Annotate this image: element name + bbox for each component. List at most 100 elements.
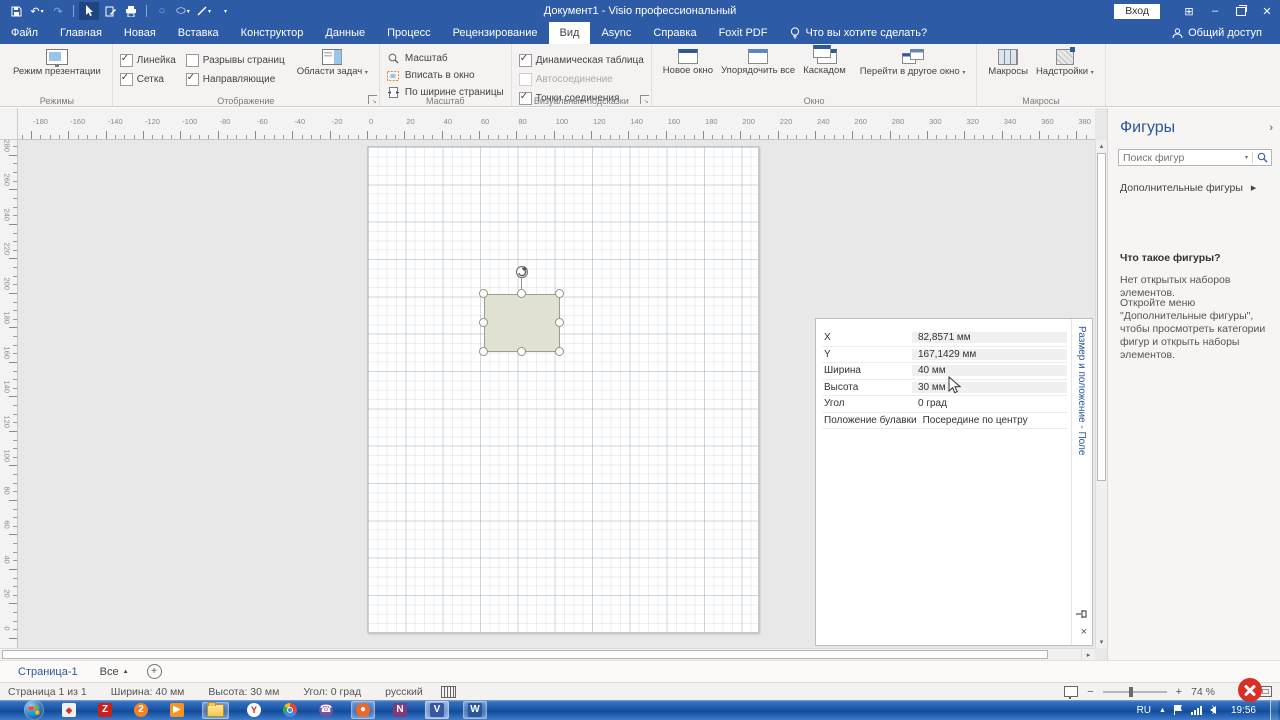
zoom-slider-thumb[interactable] [1129, 687, 1133, 697]
tab-review[interactable]: Рецензирование [442, 22, 549, 44]
scroll-right-icon[interactable]: ▸ [1081, 649, 1095, 660]
checkbox-3[interactable]: Направляющие [186, 72, 285, 87]
hidden-icons-arrow-icon[interactable]: ▲ [1159, 707, 1166, 714]
tell-me-box[interactable]: Что вы хотите сделать? [790, 22, 927, 44]
switch-windows-button[interactable]: Перейти в другое окно ▾ [856, 47, 970, 80]
yandex-browser[interactable]: Y [243, 702, 265, 718]
minimize-icon[interactable]: – [1202, 0, 1228, 22]
shape-handle-middle-right[interactable] [555, 318, 564, 327]
status-item-3[interactable]: Угол: 0 град [303, 686, 361, 698]
screen-recorder-badge[interactable] [1238, 678, 1262, 702]
status-item-1[interactable]: Ширина: 40 мм [111, 686, 185, 698]
undo-icon[interactable]: ↶▾ [27, 2, 47, 20]
shape-handle-bottom-left[interactable] [479, 347, 488, 356]
tab-async[interactable]: Async [590, 22, 642, 44]
app-icon-2[interactable]: Z [94, 702, 116, 718]
customize-qat-icon[interactable]: ▾ [215, 2, 235, 20]
horizontal-scrollbar-thumb[interactable] [2, 650, 1048, 659]
shape-search-input[interactable] [1119, 152, 1241, 164]
show-desktop-button[interactable] [1270, 700, 1278, 720]
tab-home[interactable]: Главная [49, 22, 113, 44]
status-item-4[interactable]: русский [385, 686, 423, 698]
checkbox-0[interactable]: Динамическая таблица [519, 53, 644, 68]
addins-button[interactable]: Надстройки ▾ [1032, 47, 1098, 80]
zoom-button[interactable]: Масштаб [387, 51, 504, 66]
size-row-value[interactable]: 82,8571 мм [912, 332, 1067, 343]
app-icon-4[interactable]: ▶ [166, 702, 188, 718]
visual-aids-dialog-launcher-icon[interactable]: ↘ [640, 95, 649, 104]
shape-handle-bottom-center[interactable] [517, 347, 526, 356]
language-indicator[interactable]: RU [1137, 705, 1151, 716]
more-shapes-menu[interactable]: Дополнительные фигуры ▶ [1120, 182, 1256, 194]
language-bar-icon[interactable] [441, 686, 456, 698]
tab-view[interactable]: Вид [549, 22, 591, 44]
size-row-value[interactable]: 0 град [912, 398, 1067, 409]
app-icon-5[interactable]: ● [351, 701, 375, 719]
search-dropdown-icon[interactable]: ▾ [1241, 152, 1253, 163]
new-window-button[interactable]: Новое окно [659, 47, 717, 78]
shape-handle-top-center[interactable] [517, 289, 526, 298]
status-item-2[interactable]: Высота: 30 мм [208, 686, 279, 698]
chrome[interactable] [279, 702, 301, 718]
sign-in-button[interactable]: Вход [1114, 4, 1160, 19]
search-icon[interactable] [1253, 152, 1271, 163]
app-icon-1[interactable]: ◆ [58, 702, 80, 718]
viber[interactable]: ☎ [315, 702, 337, 718]
zoom-in-button[interactable]: + [1176, 686, 1182, 698]
start-button[interactable] [24, 700, 44, 720]
shape-handle-top-left[interactable] [479, 289, 488, 298]
restore-icon[interactable] [1228, 0, 1254, 22]
fit-to-window-button[interactable]: Вписать в окно [387, 68, 504, 83]
rotation-handle-icon[interactable] [513, 263, 531, 281]
selected-rectangle-shape[interactable] [484, 294, 560, 352]
size-row-value[interactable]: 30 мм [912, 382, 1067, 393]
size-position-side-tab[interactable]: Размер и положение - Поле [1071, 319, 1092, 645]
show-dialog-launcher-icon[interactable]: ↘ [368, 95, 377, 104]
pin-icon[interactable] [1076, 609, 1088, 619]
line-dropdown-icon[interactable]: ▾ [208, 8, 211, 15]
cascade-button[interactable]: Каскадом [799, 47, 850, 78]
drawing-canvas[interactable]: X82,8571 ммY167,1429 ммШирина40 ммВысота… [18, 140, 1095, 648]
tab-process[interactable]: Процесс [376, 22, 441, 44]
volume-icon[interactable] [1210, 706, 1216, 714]
size-row-value[interactable]: 40 мм [912, 365, 1067, 376]
share-button[interactable]: Общий доступ [1172, 22, 1262, 44]
scroll-up-icon[interactable]: ▴ [1096, 140, 1107, 152]
tab-insert[interactable]: Вставка [167, 22, 230, 44]
file-explorer[interactable] [202, 702, 229, 719]
network-signal-icon[interactable] [1191, 706, 1202, 715]
tab-foxit-pdf[interactable]: Foxit PDF [708, 22, 779, 44]
add-page-button[interactable]: + [147, 664, 162, 679]
tab-help[interactable]: Справка [642, 22, 707, 44]
vertical-scrollbar-thumb[interactable] [1097, 153, 1106, 481]
zoom-percent[interactable]: 74 % [1191, 686, 1215, 698]
save-icon[interactable] [6, 2, 26, 20]
page-tab[interactable]: Страница-1 [12, 666, 84, 678]
checkbox-1[interactable]: Сетка [120, 72, 176, 87]
visio[interactable]: V [425, 701, 449, 719]
action-center-flag-icon[interactable] [1174, 705, 1183, 715]
shape-handle-bottom-right[interactable] [555, 347, 564, 356]
horizontal-scrollbar[interactable]: ▸ [0, 648, 1095, 660]
ellipse-tool-icon[interactable]: ⬭▾ [173, 2, 193, 20]
presentation-mode-button[interactable]: Режим презентации [9, 47, 105, 79]
drawing-page[interactable] [367, 146, 759, 633]
size-row-value[interactable]: Посередине по центру [917, 415, 1067, 426]
checkbox-2[interactable]: Разрывы страниц [186, 53, 285, 68]
print-icon[interactable] [121, 2, 141, 20]
tab-data[interactable]: Данные [314, 22, 376, 44]
scroll-down-icon[interactable]: ▾ [1096, 636, 1107, 648]
view-all-pages-button[interactable]: Все ▲ [100, 666, 129, 678]
shapes-pane-expand-icon[interactable]: › [1269, 122, 1273, 134]
pointer-tool-icon[interactable] [79, 2, 99, 20]
onenote[interactable]: N [389, 702, 411, 718]
tab-new[interactable]: Новая [113, 22, 167, 44]
shape-handle-middle-left[interactable] [479, 318, 488, 327]
clock[interactable]: 19:56 [1231, 705, 1256, 716]
undo-dropdown-icon[interactable]: ▾ [41, 8, 44, 15]
task-panes-button[interactable]: Области задач ▾ [293, 47, 372, 80]
ribbon-display-options-icon[interactable]: ⊞ [1176, 0, 1202, 22]
status-item-0[interactable]: Страница 1 из 1 [8, 686, 87, 698]
word[interactable]: W [463, 701, 487, 719]
macros-button[interactable]: Макросы [984, 47, 1032, 79]
